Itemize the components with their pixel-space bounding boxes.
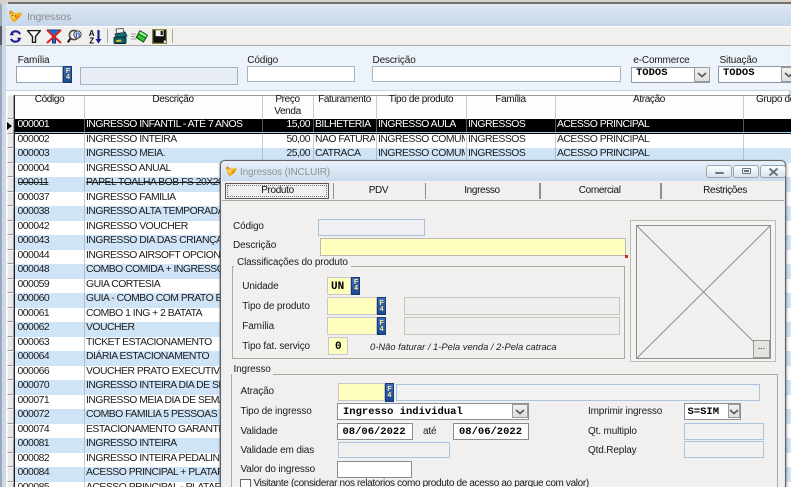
svg-text:n: n bbox=[75, 30, 80, 39]
svg-text:Z: Z bbox=[89, 37, 94, 45]
